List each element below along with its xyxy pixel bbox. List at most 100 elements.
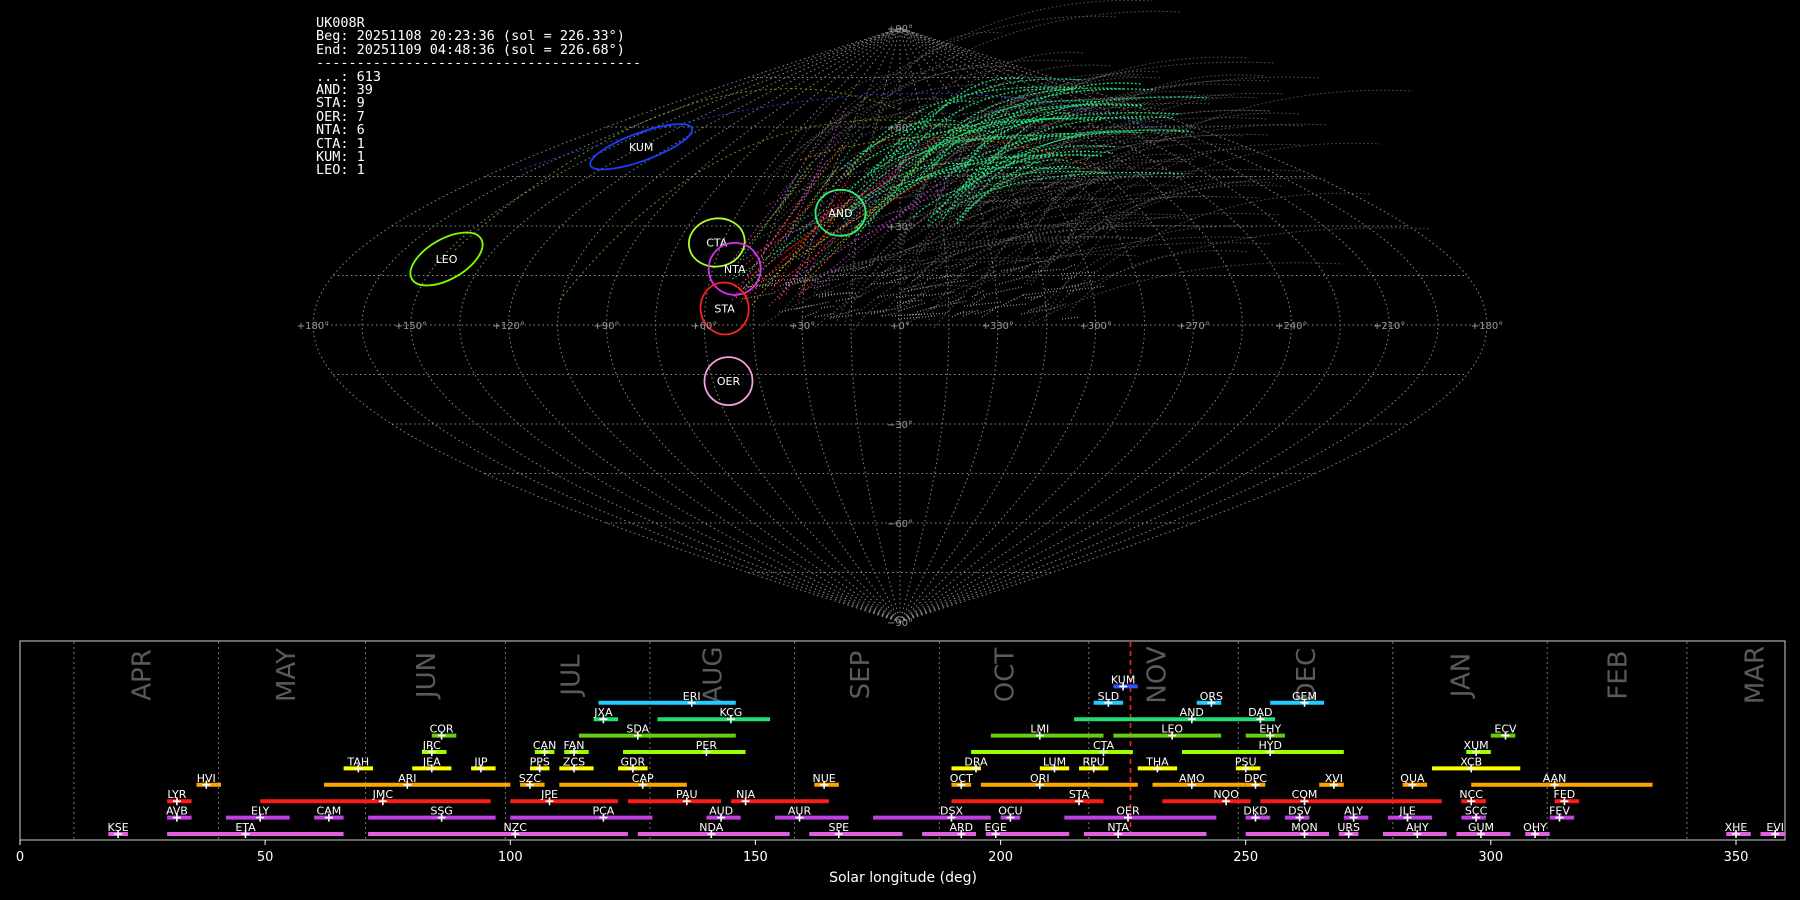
month-label: JUL [557,654,587,698]
shower-label: ORS [1200,690,1223,703]
shower-label: JMC [372,788,394,801]
x-tick-label: 50 [257,850,274,865]
timeline-x-axis: 0 50 100 150 200 250 300 350 [16,840,1749,865]
shower-label: ARI [398,772,416,785]
shower-label: CAM [317,805,342,818]
shower-label: CTA [1093,739,1115,752]
shower-label: HYD [1258,739,1281,752]
x-tick-label: 350 [1724,850,1749,865]
shower-label: ORI [1030,772,1050,785]
shower-label: SDA [626,723,649,736]
x-tick-label: 0 [16,850,24,865]
month-label: APR [128,649,158,701]
shower-label: URS [1337,821,1360,834]
shower-label: DKD [1243,805,1267,818]
shower-label: KCG [719,706,742,719]
shower-label: COM [1292,788,1318,801]
shower-label: OHY [1523,821,1547,834]
shower-label: PPS [530,755,550,768]
x-tick-label: 100 [498,850,523,865]
shower-label: CAN [533,739,556,752]
shower-label: JIP [473,755,487,768]
month-label: OCT [991,648,1021,703]
shower-label: JRC [422,739,441,752]
shower-label: QUA [1400,772,1425,785]
shower-label: PSU [1235,755,1257,768]
month-label: NOV [1142,646,1172,703]
shower-label: SLD [1098,690,1120,703]
shower-label: CAP [632,772,654,785]
x-axis-label: Solar longitude (deg) [829,870,977,886]
shower-label: THA [1145,755,1169,768]
shower-label: ELY [251,805,270,818]
shower-label: AND [1180,706,1204,719]
shower-bars: KSE ETA NZC NDA SPE ARD EGE NTA MON URS AHY GUM OHY X… [108,673,1785,838]
shower-label: PER [696,739,718,752]
month-label: MAR [1741,646,1771,704]
month-label: MAY [272,648,302,702]
shower-label: DPC [1244,772,1267,785]
shower-label: ERI [683,690,701,703]
shower-label: LUM [1043,755,1066,768]
x-tick-label: 300 [1478,850,1503,865]
shower-label: NTA [1107,821,1129,834]
shower-label: OCU [998,805,1022,818]
shower-label: SCC [1465,805,1488,818]
shower-label: NCC [1459,788,1483,801]
shower-label: AUD [709,805,733,818]
shower-label: NOO [1213,788,1239,801]
shower-label: OCT [950,772,973,785]
shower-label: DSX [940,805,963,818]
shower-label: AMO [1179,772,1205,785]
shower-label: JPE [540,788,558,801]
x-tick-label: 150 [743,850,768,865]
x-tick-label: 200 [988,850,1013,865]
shower-label: ETA [235,821,256,834]
shower-label: ARD [949,821,973,834]
shower-label: MON [1291,821,1317,834]
shower-label: LEO [1161,723,1183,736]
shower-label: SSG [430,805,453,818]
month-label: JUN [412,652,442,700]
shower-label: FEV [1549,805,1570,818]
shower-label: JEA [422,755,441,768]
shower-label: ZCS [563,755,585,768]
shower-label: DAD [1248,706,1272,719]
shower-label: ALY [1344,805,1363,818]
shower-label: EVI [1766,821,1784,834]
shower-label: EHY [1259,723,1281,736]
shower-label: KUM [1111,673,1135,686]
x-tick-label: 250 [1233,850,1258,865]
shower-label: ECV [1494,723,1517,736]
shower-label: XHE [1725,821,1748,834]
shower-label: AUR [788,805,812,818]
shower-label: LYR [167,788,186,801]
shower-label: RPU [1083,755,1105,768]
shower-label: AAN [1543,772,1567,785]
shower-activity-timeline: APR MAY JUN JUL AUG SEP OCT NOV DEC JAN FEB MAR KSE… [16,640,1786,886]
shower-label: EGE [984,821,1006,834]
shower-label: AVB [166,805,188,818]
shower-label: KSE [108,821,129,834]
month-label: FEB [1603,650,1633,699]
shower-label: PAU [676,788,698,801]
shower-label: SZC [519,772,542,785]
shower-label: SPE [829,821,850,834]
month-label: SEP [846,651,876,700]
shower-label: GDR [620,755,645,768]
shower-label: JLE [1398,805,1415,818]
shower-label: TAH [346,755,369,768]
shower-label: HVI [197,772,216,785]
shower-label: FAN [563,739,584,752]
shower-label: OER [1116,805,1140,818]
shower-label: COR [430,723,454,736]
shower-label: XUM [1464,739,1489,752]
shower-label: JXA [593,706,613,719]
shower-label: NIA [736,788,755,801]
shower-label: NUE [812,772,835,785]
month-label: JAN [1446,653,1476,699]
shower-label: STA [1069,788,1090,801]
shower-label: DRA [964,755,988,768]
shower-label: NDA [699,821,724,834]
month-label: AUG [699,647,729,704]
